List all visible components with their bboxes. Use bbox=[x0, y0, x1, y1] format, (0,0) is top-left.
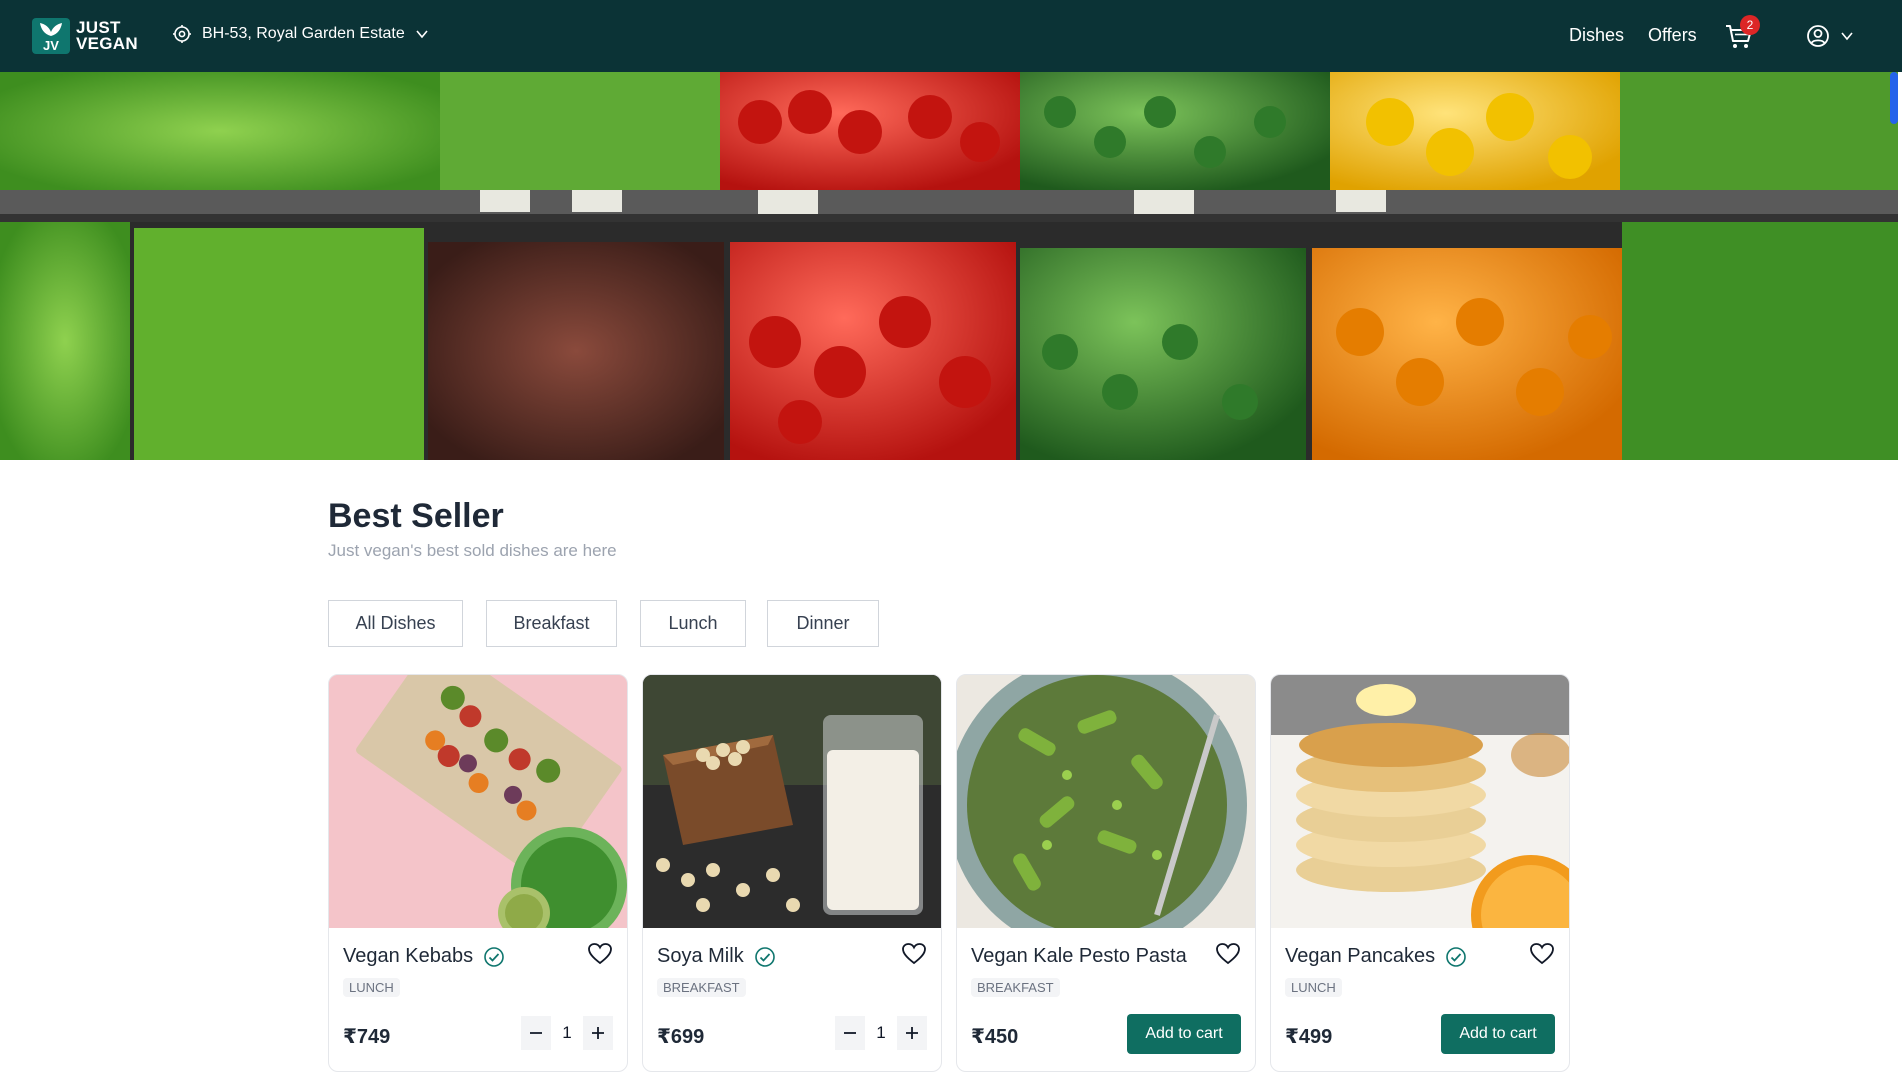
brand-logo[interactable]: JV JUST VEGAN bbox=[32, 18, 138, 54]
product-name-row: Vegan Kebabs bbox=[343, 945, 505, 968]
filter-lunch[interactable]: Lunch bbox=[640, 600, 746, 647]
product-name-row: Soya Milk bbox=[657, 945, 776, 968]
product-card[interactable]: Vegan Kebabs LUNCH ₹749 1 bbox=[328, 674, 628, 1072]
user-circle-icon bbox=[1807, 25, 1829, 47]
verified-check-icon bbox=[1446, 946, 1466, 967]
chevron-down-icon bbox=[1841, 32, 1853, 41]
product-name-row: Vegan Pancakes bbox=[1285, 945, 1467, 968]
plus-icon bbox=[592, 1027, 604, 1039]
section-subtitle: Just vegan's best sold dishes are here bbox=[328, 541, 617, 560]
product-image bbox=[329, 675, 627, 928]
product-card[interactable]: Soya Milk BREAKFAST ₹699 1 bbox=[642, 674, 942, 1072]
pancakes-illustration bbox=[1271, 675, 1569, 928]
heart-icon[interactable] bbox=[587, 941, 613, 967]
minus-icon bbox=[844, 1032, 856, 1034]
page-scrollbar-thumb[interactable] bbox=[1890, 72, 1898, 124]
quantity-stepper: 1 bbox=[521, 1015, 613, 1051]
logo-wordmark: JUST VEGAN bbox=[76, 19, 138, 53]
delivery-location-selector[interactable]: BH-53, Royal Garden Estate bbox=[172, 24, 429, 44]
product-price: ₹699 bbox=[657, 1026, 705, 1048]
category-tag: BREAKFAST bbox=[657, 978, 746, 997]
increase-quantity-button[interactable] bbox=[897, 1016, 927, 1050]
increase-quantity-button[interactable] bbox=[583, 1016, 613, 1050]
minus-icon bbox=[530, 1032, 542, 1034]
quantity-stepper: 1 bbox=[835, 1015, 927, 1051]
leaf-icon bbox=[40, 23, 62, 36]
product-image bbox=[957, 675, 1255, 928]
heart-icon[interactable] bbox=[1529, 941, 1555, 967]
plus-icon bbox=[906, 1027, 918, 1039]
category-tag: LUNCH bbox=[1285, 978, 1342, 997]
category-tag: LUNCH bbox=[343, 978, 400, 997]
product-price: ₹499 bbox=[1285, 1026, 1333, 1048]
category-tag: BREAKFAST bbox=[971, 978, 1060, 997]
decrease-quantity-button[interactable] bbox=[521, 1016, 551, 1050]
product-image bbox=[643, 675, 941, 928]
verified-check-icon bbox=[484, 946, 504, 967]
heart-icon[interactable] bbox=[1215, 941, 1241, 967]
add-to-cart-button[interactable]: Add to cart bbox=[1441, 1014, 1555, 1054]
vegetable-shelves-illustration bbox=[0, 72, 1898, 460]
product-card[interactable]: Vegan Kale Pesto Pasta BREAKFAST ₹450 Ad… bbox=[956, 674, 1256, 1072]
location-pin-icon bbox=[173, 25, 191, 43]
logo-badge-text: JV bbox=[43, 38, 59, 53]
product-name: Vegan Pancakes bbox=[1285, 945, 1436, 967]
product-name: Vegan Kale Pesto Pasta bbox=[971, 945, 1187, 967]
account-menu[interactable] bbox=[1806, 24, 1854, 48]
section-title: Best Seller bbox=[328, 497, 504, 535]
cart-count-badge: 2 bbox=[1740, 15, 1760, 35]
product-name: Vegan Kebabs bbox=[343, 945, 474, 967]
pesto-pasta-illustration bbox=[957, 675, 1255, 928]
quantity-value: 1 bbox=[562, 1023, 572, 1042]
hero-banner-image bbox=[0, 72, 1898, 460]
top-navbar: JV JUST VEGAN BH-53, Royal Garden Estate… bbox=[0, 0, 1902, 72]
chevron-down-icon bbox=[416, 30, 428, 39]
decrease-quantity-button[interactable] bbox=[835, 1016, 865, 1050]
filter-breakfast[interactable]: Breakfast bbox=[486, 600, 617, 647]
product-name: Soya Milk bbox=[657, 945, 744, 967]
verified-check-icon bbox=[754, 946, 775, 967]
kebab-illustration bbox=[329, 675, 627, 928]
nav-offers-link[interactable]: Offers bbox=[1648, 25, 1697, 46]
soya-milk-illustration bbox=[643, 675, 941, 928]
nav-dishes-link[interactable]: Dishes bbox=[1569, 25, 1624, 46]
quantity-value: 1 bbox=[876, 1023, 886, 1042]
add-to-cart-button[interactable]: Add to cart bbox=[1127, 1014, 1241, 1054]
filter-all-dishes[interactable]: All Dishes bbox=[328, 600, 463, 647]
product-card[interactable]: Vegan Pancakes LUNCH ₹499 Add to cart bbox=[1270, 674, 1570, 1072]
logo-line-2: VEGAN bbox=[76, 34, 138, 53]
logo-badge: JV bbox=[32, 18, 70, 54]
heart-icon[interactable] bbox=[901, 941, 927, 967]
product-image bbox=[1271, 675, 1569, 928]
product-price: ₹749 bbox=[343, 1026, 391, 1048]
location-text: BH-53, Royal Garden Estate bbox=[202, 25, 405, 42]
product-price: ₹450 bbox=[971, 1026, 1019, 1048]
product-name-row: Vegan Kale Pesto Pasta bbox=[971, 945, 1187, 968]
filter-dinner[interactable]: Dinner bbox=[767, 600, 879, 647]
